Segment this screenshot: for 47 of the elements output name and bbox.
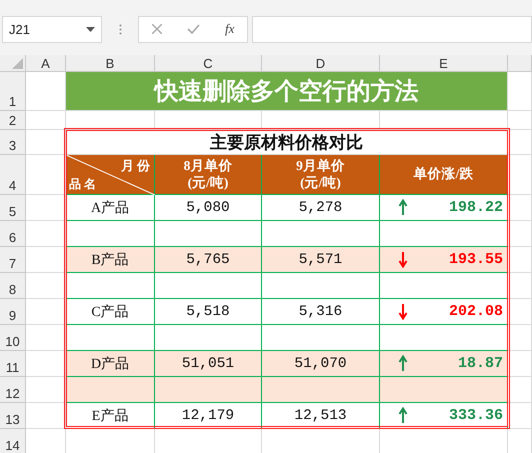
row-header[interactable]: 2 <box>0 111 26 130</box>
header-cell: 单价涨/跌 <box>380 155 508 195</box>
insert-function-button[interactable]: fx <box>225 21 234 37</box>
column-header[interactable]: E <box>380 55 508 72</box>
change-value: 18.87 <box>458 355 503 372</box>
row-header[interactable]: 12 <box>0 377 26 403</box>
row-header[interactable]: 10 <box>0 325 26 351</box>
table-cell: 5,278 <box>262 195 380 221</box>
table-cell: 5,080 <box>155 195 262 221</box>
table-cell: 51,051 <box>155 351 262 377</box>
column-header[interactable]: C <box>155 55 262 72</box>
column-header[interactable]: B <box>66 55 155 72</box>
row-header[interactable]: 14 <box>0 429 26 453</box>
table-cell: 12,179 <box>155 403 262 429</box>
sheet-title: 快速删除多个空行的方法 <box>66 72 508 111</box>
table-cell: 12,513 <box>262 403 380 429</box>
table-cell: 5,571 <box>262 247 380 273</box>
change-value: 202.08 <box>448 303 503 320</box>
row-header[interactable]: 6 <box>0 221 26 247</box>
row-header[interactable]: 3 <box>0 130 26 155</box>
row-header[interactable]: 5 <box>0 195 26 221</box>
column-header[interactable]: A <box>26 55 66 72</box>
table-cell: 5,518 <box>155 299 262 325</box>
row-header[interactable]: 13 <box>0 403 26 429</box>
row-header[interactable]: 11 <box>0 351 26 377</box>
header-cell: 8月单价 (元/吨) <box>155 155 262 195</box>
table-cell: D产品 <box>66 351 155 377</box>
row-header[interactable]: 9 <box>0 299 26 325</box>
row-header[interactable]: 1 <box>0 72 26 111</box>
header-label: 月 份 <box>120 158 150 174</box>
header-cell: 9月单价 (元/吨) <box>262 155 380 195</box>
name-box[interactable]: J21 <box>2 16 102 42</box>
change-value: 193.55 <box>448 251 503 268</box>
table-cell: E产品 <box>66 403 155 429</box>
table-cell: 51,070 <box>262 351 380 377</box>
table-cell: B产品 <box>66 247 155 273</box>
table-cell: A产品 <box>66 195 155 221</box>
change-value: 333.36 <box>448 407 503 424</box>
column-header[interactable]: D <box>262 55 380 72</box>
table-cell: 5,316 <box>262 299 380 325</box>
table-cell: 5,765 <box>155 247 262 273</box>
change-value: 198.22 <box>448 199 503 216</box>
row-header[interactable]: 4 <box>0 155 26 195</box>
table-cell: C产品 <box>66 299 155 325</box>
row-header[interactable]: 7 <box>0 247 26 273</box>
header-label: 品 名 <box>69 177 96 192</box>
row-header[interactable]: 8 <box>0 273 26 299</box>
